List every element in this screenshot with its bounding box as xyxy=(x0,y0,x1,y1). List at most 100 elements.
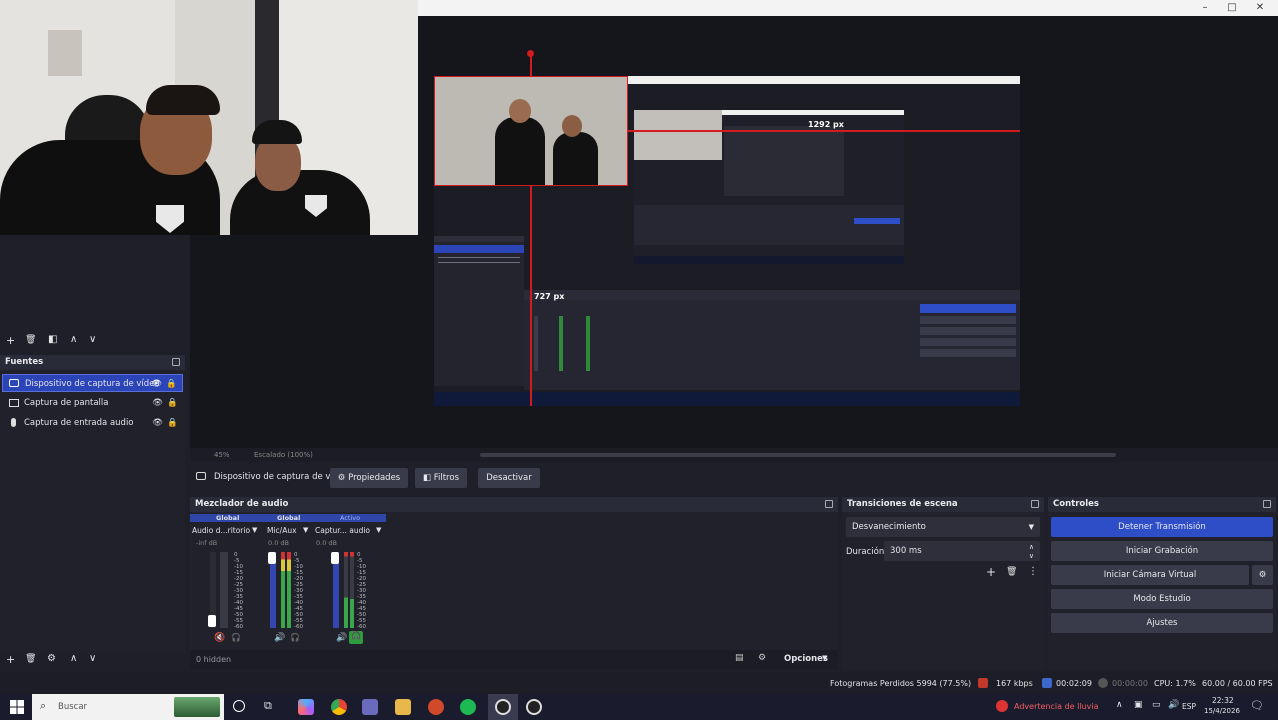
dock-icon[interactable] xyxy=(825,500,833,508)
speaker-icon[interactable]: 🔊 xyxy=(336,633,347,643)
spotify-icon[interactable] xyxy=(460,699,476,715)
obs-icon[interactable] xyxy=(526,699,542,715)
firefox-icon[interactable] xyxy=(428,699,444,715)
store-icon[interactable] xyxy=(362,699,378,715)
sources-header: Fuentes xyxy=(0,355,185,370)
source-item[interactable]: Captura de entrada audio 👁 🔒 xyxy=(2,414,183,432)
speaker-icon[interactable]: 🔊 xyxy=(274,633,285,643)
chevron-down-icon[interactable]: ▼ xyxy=(303,526,308,534)
transitions-title: Transiciones de escena xyxy=(847,499,958,509)
clock-date[interactable]: 15/4/2026 xyxy=(1204,707,1240,715)
chevron-down-icon[interactable]: ▼ xyxy=(822,654,827,662)
monitor-headphones-icon[interactable]: 🎧 xyxy=(349,631,363,644)
lock-icon[interactable]: 🔒 xyxy=(166,375,177,393)
cpu-usage: CPU: 1.7% xyxy=(1154,679,1196,688)
zoom-label[interactable]: 45% xyxy=(214,451,230,459)
controls-header: Controles xyxy=(1048,497,1276,512)
move-up-button[interactable]: ∧ xyxy=(70,653,77,664)
controls-panel: Controles Detener Transmisión Iniciar Gr… xyxy=(1048,497,1276,670)
eye-icon[interactable]: 👁 xyxy=(152,414,163,432)
headphones-icon[interactable]: 🎧 xyxy=(231,633,241,642)
transition-select[interactable]: Desvanecimiento ▼ xyxy=(846,517,1040,537)
tray-icon[interactable]: ▣ xyxy=(1134,700,1143,710)
maximize-button[interactable]: □ xyxy=(1221,1,1243,15)
chevron-up-icon[interactable]: ∧ xyxy=(1116,700,1123,710)
close-button[interactable]: ✕ xyxy=(1249,1,1271,15)
stop-stream-button[interactable]: Detener Transmisión xyxy=(1051,517,1273,537)
preview-canvas[interactable]: 1292 px 727 px xyxy=(434,50,1020,406)
headphones-icon[interactable]: 🎧 xyxy=(290,633,300,642)
gear-icon[interactable]: ⚙ xyxy=(758,653,766,663)
network-icon[interactable]: ▭ xyxy=(1152,700,1161,710)
move-down-button[interactable]: ∨ xyxy=(89,334,96,345)
volume-handle[interactable] xyxy=(208,615,216,627)
preview-footer: 45% Escalado (100%) xyxy=(190,448,1278,462)
scale-label[interactable]: Escalado (100%) xyxy=(254,451,313,459)
deactivate-button[interactable]: Desactivar xyxy=(478,468,540,488)
chrome-icon[interactable] xyxy=(331,699,347,715)
lock-icon[interactable]: 🔒 xyxy=(167,414,178,432)
weather-warning-icon[interactable] xyxy=(996,700,1008,712)
dock-icon[interactable] xyxy=(172,358,180,366)
remove-source-button[interactable]: 🗑 xyxy=(25,654,36,664)
source-filters-button[interactable]: ◧ xyxy=(48,334,57,345)
nested-capture xyxy=(634,110,904,264)
captured-sources-panel xyxy=(434,236,524,386)
canvas-webcam-source[interactable] xyxy=(434,76,628,186)
start-recording-button[interactable]: Iniciar Grabación xyxy=(1051,541,1273,561)
duration-input[interactable]: 300 ms ∧ ∨ xyxy=(884,541,1040,561)
weather-text[interactable]: Advertencia de lluvia xyxy=(1014,702,1098,711)
virtual-camera-button[interactable]: Iniciar Cámara Virtual xyxy=(1051,565,1249,585)
virtual-camera-settings-button[interactable]: ⚙ xyxy=(1252,565,1273,585)
move-down-button[interactable]: ∨ xyxy=(89,653,96,664)
dock-icon[interactable] xyxy=(1263,500,1271,508)
remove-source-button[interactable]: 🗑 xyxy=(25,335,36,345)
add-source-button[interactable]: + xyxy=(6,653,15,666)
cortana-icon[interactable] xyxy=(233,700,245,712)
move-up-button[interactable]: ∧ xyxy=(70,334,77,345)
rotation-handle[interactable] xyxy=(527,50,534,57)
add-transition-button[interactable]: + xyxy=(986,565,996,579)
source-item[interactable]: Dispositivo de captura de vídeo 👁 🔒 xyxy=(2,374,183,392)
eye-icon[interactable]: 👁 xyxy=(152,394,163,412)
notification-icon[interactable]: 🗨 xyxy=(1250,699,1264,712)
transitions-header: Transiciones de escena xyxy=(842,497,1044,512)
bitrate: 167 kbps xyxy=(996,679,1033,688)
filters-button[interactable]: ◧ Filtros xyxy=(415,468,467,488)
horizontal-scrollbar[interactable] xyxy=(480,453,1116,457)
studio-mode-button[interactable]: Modo Estudio xyxy=(1051,589,1273,609)
chevron-down-icon[interactable]: ∨ xyxy=(1029,546,1034,566)
properties-button[interactable]: ⚙ Propiedades xyxy=(330,468,408,488)
lock-icon[interactable]: 🔒 xyxy=(167,394,178,412)
taskbar-search[interactable]: ⌕ Buscar xyxy=(32,694,224,720)
copilot-icon[interactable] xyxy=(298,699,314,715)
camera-icon xyxy=(196,472,206,480)
stream-icon xyxy=(1042,678,1052,688)
volume-icon[interactable]: 🔊 xyxy=(1168,700,1179,710)
language-indicator[interactable]: ESP xyxy=(1182,702,1196,711)
level-meter xyxy=(220,552,228,628)
more-options-icon[interactable]: ⋮ xyxy=(1028,566,1038,577)
folder-icon[interactable] xyxy=(395,699,411,715)
volume-handle[interactable] xyxy=(331,552,339,564)
gear-icon: ⚙ xyxy=(337,473,346,483)
mixer-layout-icon[interactable]: ▤ xyxy=(735,653,744,663)
minimize-button[interactable]: – xyxy=(1194,1,1216,15)
muted-speaker-icon[interactable]: 🔇 xyxy=(214,633,225,643)
chevron-down-icon[interactable]: ▼ xyxy=(376,526,381,534)
taskbar-active-app[interactable] xyxy=(488,694,518,720)
dock-icon[interactable] xyxy=(1031,500,1039,508)
volume-handle[interactable] xyxy=(268,552,276,564)
task-view-icon[interactable]: ⧉ xyxy=(264,699,272,713)
gear-icon[interactable]: ⚙ xyxy=(47,653,56,664)
record-icon xyxy=(1098,678,1108,688)
windows-start-icon[interactable] xyxy=(10,700,24,714)
clock-time[interactable]: 22:32 xyxy=(1212,696,1234,705)
source-item[interactable]: Captura de pantalla 👁 🔒 xyxy=(2,394,183,412)
sources-panel: Fuentes Dispositivo de captura de vídeo … xyxy=(0,355,185,655)
add-source-button[interactable]: + xyxy=(6,334,15,347)
eye-icon[interactable]: 👁 xyxy=(151,375,162,393)
chevron-down-icon[interactable]: ▼ xyxy=(252,526,257,534)
remove-transition-button[interactable]: 🗑 xyxy=(1006,567,1017,577)
settings-button[interactable]: Ajustes xyxy=(1051,613,1273,633)
